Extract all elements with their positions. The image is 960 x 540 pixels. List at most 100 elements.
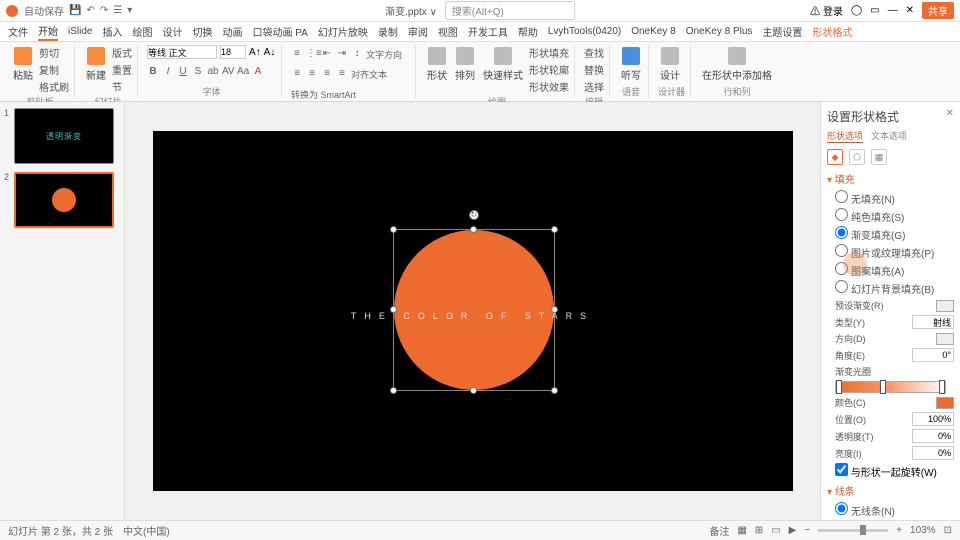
tab-主题设置[interactable]: 主题设置: [762, 24, 802, 39]
slide-thumbnail-2[interactable]: [14, 172, 114, 228]
user-badge[interactable]: ⚠ 登录: [810, 3, 843, 18]
indent-dec-icon[interactable]: ⇤: [321, 48, 333, 61]
bold-icon[interactable]: B: [147, 66, 159, 77]
tab-text-options[interactable]: 文本选项: [871, 129, 907, 143]
align-center-icon[interactable]: ≡: [306, 68, 318, 81]
angle-input[interactable]: [912, 348, 954, 362]
justify-icon[interactable]: ≡: [336, 68, 348, 81]
tab-口袋动画 PA[interactable]: 口袋动画 PA: [252, 24, 307, 39]
rowcol-button[interactable]: 在形状中添加格: [700, 45, 774, 84]
new-slide-button[interactable]: 新建: [84, 45, 108, 84]
document-name[interactable]: 渐变.pptx ∨: [385, 3, 437, 18]
tab-视图[interactable]: 视图: [438, 24, 458, 39]
replace-button[interactable]: 替换: [584, 62, 604, 77]
select-button[interactable]: 选择: [584, 79, 604, 94]
effects-tab-icon[interactable]: ⬠: [849, 149, 865, 165]
format-painter-button[interactable]: 格式刷: [39, 79, 69, 94]
position-input[interactable]: [912, 412, 954, 426]
brightness-input[interactable]: [912, 446, 954, 460]
tab-动画[interactable]: 动画: [222, 24, 242, 39]
transparency-input[interactable]: [912, 429, 954, 443]
selected-shape[interactable]: [393, 229, 555, 391]
designer-button[interactable]: 设计: [658, 45, 682, 84]
cut-button[interactable]: 剪切: [39, 45, 69, 60]
tab-iSlide[interactable]: iSlide: [68, 26, 92, 37]
strike-icon[interactable]: S: [192, 66, 204, 77]
share-button[interactable]: 共享: [922, 2, 954, 19]
paste-button[interactable]: 粘贴: [11, 45, 35, 84]
view-slideshow-icon[interactable]: ▶: [789, 525, 797, 536]
tab-帮助[interactable]: 帮助: [518, 24, 538, 39]
gradient-stop[interactable]: [939, 380, 945, 394]
resize-handle[interactable]: [390, 226, 397, 233]
font-color-icon[interactable]: A: [252, 66, 264, 77]
underline-icon[interactable]: U: [177, 66, 189, 77]
align-right-icon[interactable]: ≡: [321, 68, 333, 81]
arrange-button[interactable]: 排列: [453, 45, 477, 84]
line-section-header[interactable]: 线条: [827, 483, 954, 498]
copy-button[interactable]: 复制: [39, 62, 69, 77]
avatar-icon[interactable]: ◯: [851, 5, 862, 16]
font-size-input[interactable]: [220, 45, 246, 59]
rotate-handle-icon[interactable]: [469, 210, 479, 220]
slide-thumbnail-1[interactable]: 透明渐变: [14, 108, 114, 164]
qat-touch-icon[interactable]: ☰: [113, 5, 122, 16]
dictate-button[interactable]: 听写: [619, 45, 643, 84]
bullets-icon[interactable]: ≡: [291, 48, 303, 61]
tab-LvyhTools(0420)[interactable]: LvyhTools(0420): [548, 26, 621, 37]
gradient-stops-bar[interactable]: [835, 381, 946, 393]
resize-handle[interactable]: [551, 387, 558, 394]
current-slide[interactable]: THE COLOR OF STARS: [153, 131, 793, 491]
pane-close-icon[interactable]: ✕: [946, 108, 954, 119]
tab-审阅[interactable]: 审阅: [408, 24, 428, 39]
status-language[interactable]: 中文(中国): [123, 523, 170, 538]
shadow-icon[interactable]: ab: [207, 66, 219, 77]
qat-save-icon[interactable]: 💾: [69, 5, 81, 16]
tab-开始[interactable]: 开始: [38, 23, 58, 41]
find-button[interactable]: 查找: [584, 45, 604, 60]
notes-button[interactable]: 备注: [709, 523, 729, 538]
view-normal-icon[interactable]: ▦: [737, 525, 746, 536]
size-tab-icon[interactable]: ▦: [871, 149, 887, 165]
line-none-radio[interactable]: 无线条(N): [835, 502, 954, 518]
preset-dropdown[interactable]: [936, 300, 954, 312]
italic-icon[interactable]: I: [162, 66, 174, 77]
shape-fill-button[interactable]: 形状填充: [529, 45, 569, 60]
zoom-level[interactable]: 103%: [910, 525, 936, 536]
shape-outline-button[interactable]: 形状轮廓: [529, 62, 569, 77]
tab-形状格式[interactable]: 形状格式: [812, 24, 852, 39]
search-input[interactable]: 搜索(Alt+Q): [445, 1, 575, 20]
minimize-icon[interactable]: —: [888, 5, 898, 16]
align-left-icon[interactable]: ≡: [291, 68, 303, 81]
fill-solid-radio[interactable]: 纯色填充(S): [835, 208, 954, 224]
fill-gradient-radio[interactable]: 渐变填充(G): [835, 226, 954, 242]
zoom-slider[interactable]: [818, 529, 888, 532]
font-name-input[interactable]: [147, 45, 217, 59]
fill-slidebg-radio[interactable]: 幻灯片背景填充(B): [835, 280, 954, 296]
tab-设计[interactable]: 设计: [162, 24, 182, 39]
reset-button[interactable]: 重置: [112, 62, 132, 77]
view-sorter-icon[interactable]: ⊞: [755, 525, 763, 536]
shape-effects-button[interactable]: 形状效果: [529, 79, 569, 94]
line-spacing-icon[interactable]: ↕: [351, 48, 363, 61]
autosave-toggle[interactable]: 自动保存: [24, 3, 64, 18]
close-icon[interactable]: ✕: [906, 5, 914, 16]
zoom-in-icon[interactable]: +: [896, 525, 902, 536]
fill-line-tab-icon[interactable]: ◆: [827, 149, 843, 165]
tab-文件[interactable]: 文件: [8, 24, 28, 39]
type-select[interactable]: [912, 315, 954, 329]
circle-shape[interactable]: [394, 230, 554, 390]
fit-window-icon[interactable]: ⊡: [944, 525, 952, 536]
slide-canvas[interactable]: THE COLOR OF STARS: [125, 102, 820, 520]
tab-插入[interactable]: 插入: [102, 24, 122, 39]
fill-section-header[interactable]: 填充: [827, 171, 954, 186]
fill-none-radio[interactable]: 无填充(N): [835, 190, 954, 206]
tab-录制[interactable]: 录制: [378, 24, 398, 39]
tab-shape-options[interactable]: 形状选项: [827, 129, 863, 143]
ribbon-mode-icon[interactable]: ▭: [870, 5, 879, 16]
tab-OneKey 8[interactable]: OneKey 8: [631, 26, 675, 37]
shapes-button[interactable]: 形状: [425, 45, 449, 84]
resize-handle[interactable]: [470, 226, 477, 233]
direction-dropdown[interactable]: [936, 333, 954, 345]
zoom-out-icon[interactable]: −: [804, 525, 810, 536]
